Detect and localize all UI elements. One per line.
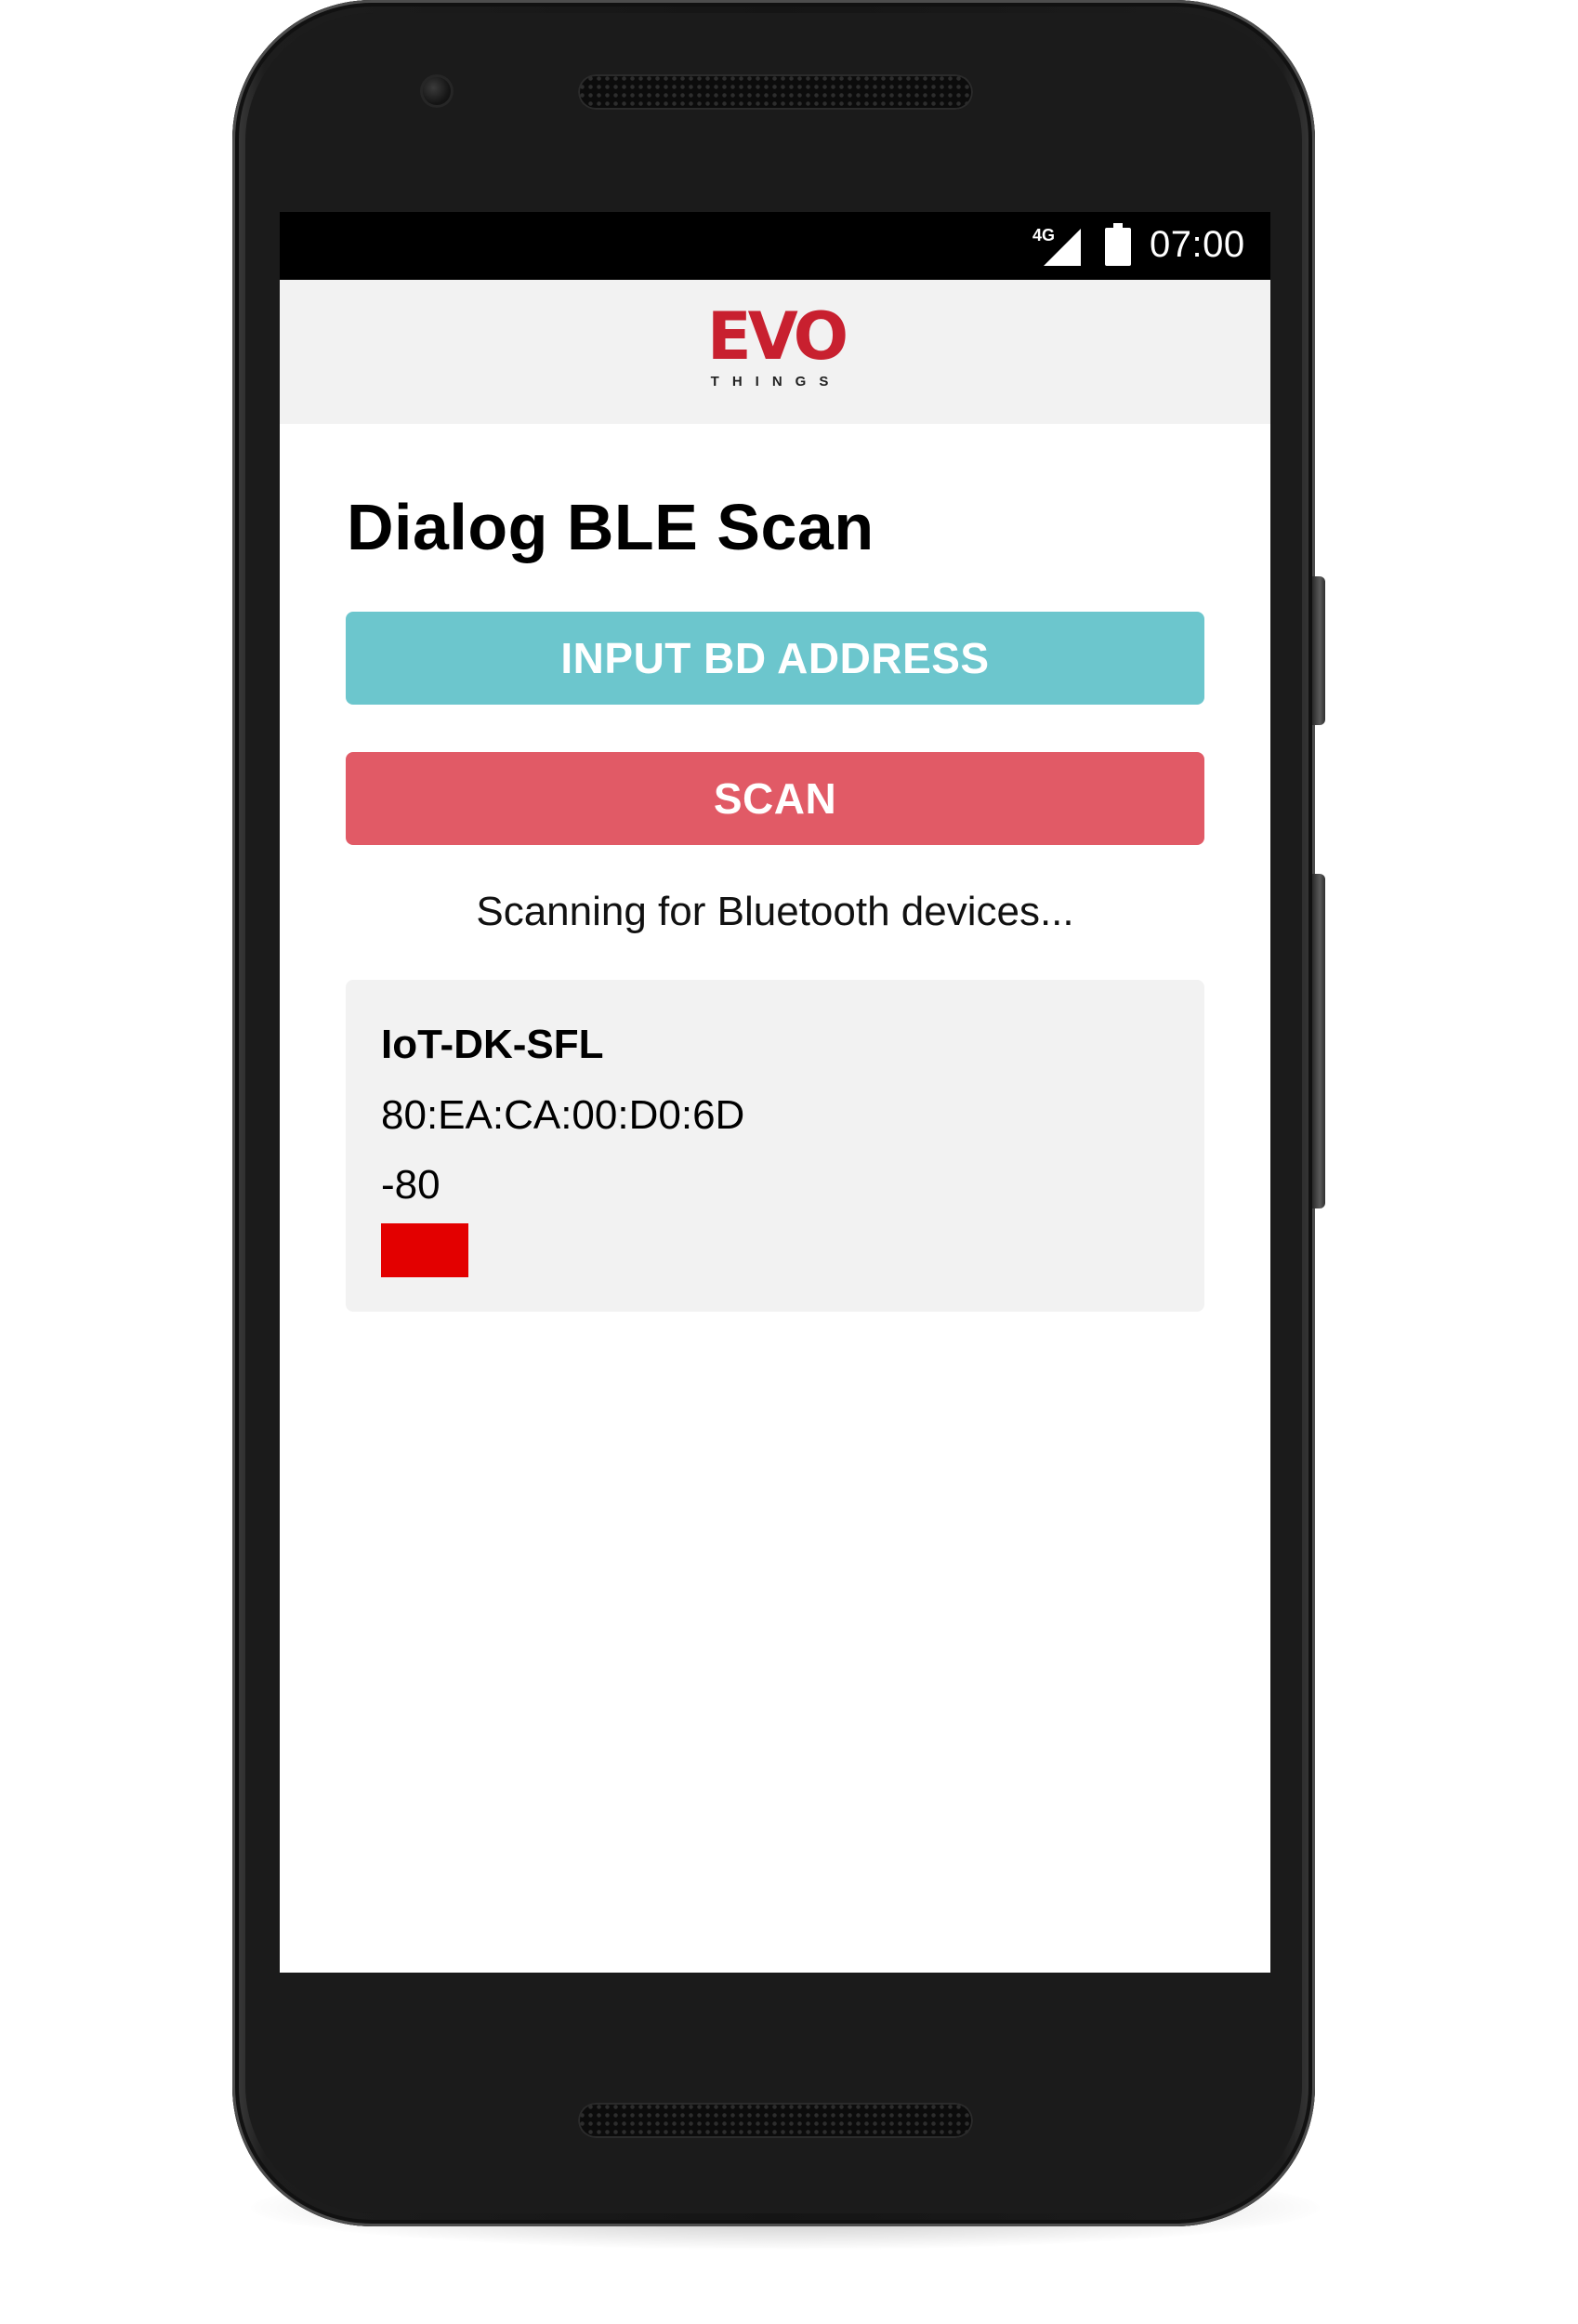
cell-signal-icon xyxy=(1044,229,1081,266)
scan-status-text: Scanning for Bluetooth devices... xyxy=(476,889,1074,934)
page-title: Dialog BLE Scan xyxy=(347,491,874,563)
app-header: EVO THINGS xyxy=(280,280,1270,424)
rssi-signal-fill xyxy=(381,1223,468,1277)
device-list-item[interactable]: IoT-DK-SFL 80:EA:CA:00:D0:6D -80 xyxy=(346,980,1204,1312)
device-address: 80:EA:CA:00:D0:6D xyxy=(381,1092,745,1138)
device-rssi: -80 xyxy=(381,1162,441,1208)
battery-full-icon xyxy=(1105,223,1131,266)
evothings-logo: EVO THINGS xyxy=(697,302,855,395)
input-bd-address-button[interactable]: INPUT BD ADDRESS xyxy=(346,612,1204,705)
scan-button[interactable]: SCAN xyxy=(346,752,1204,845)
status-bar: 4G 07:00 xyxy=(280,212,1270,280)
power-key xyxy=(1312,576,1325,725)
rssi-signal-bar xyxy=(381,1223,1069,1277)
speaker-grille xyxy=(578,2103,973,2138)
device-name: IoT-DK-SFL xyxy=(381,1022,604,1067)
volume-key xyxy=(1312,874,1325,1208)
device-mockup: 4G 07:00 EVO THINGS Dialog BLE Scan INPU… xyxy=(0,0,1578,2324)
logo-wordmark: EVO xyxy=(706,298,848,375)
clock: 07:00 xyxy=(1150,224,1245,265)
app-screen: 4G 07:00 EVO THINGS Dialog BLE Scan INPU… xyxy=(280,212,1270,1973)
logo-subtext: THINGS xyxy=(710,374,842,390)
earpiece-grille xyxy=(578,74,973,110)
front-camera xyxy=(420,74,454,108)
